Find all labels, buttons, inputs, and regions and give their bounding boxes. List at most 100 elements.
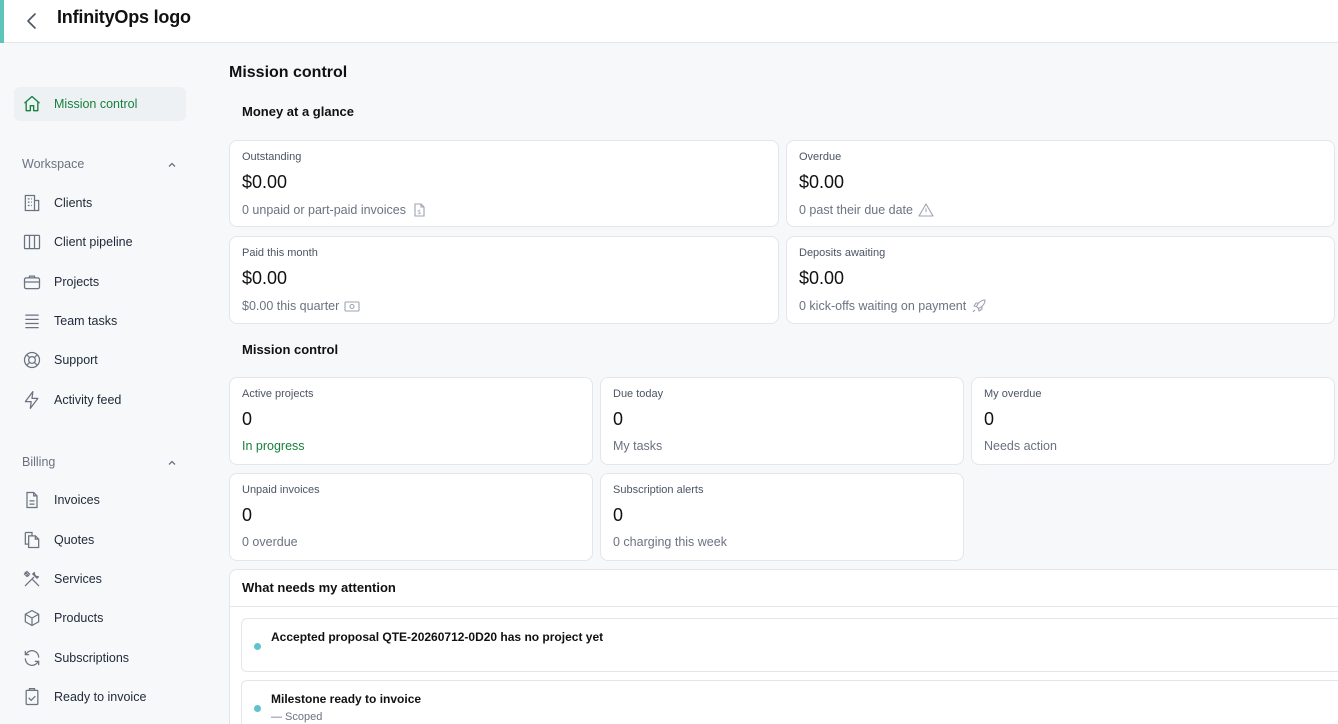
card-label: Deposits awaiting xyxy=(799,247,886,259)
card-subtext: 0 kick-offs waiting on payment xyxy=(799,298,987,314)
sidebar-item-label: Activity feed xyxy=(54,393,122,407)
card-label: Subscription alerts xyxy=(613,484,704,496)
building-icon xyxy=(22,193,42,213)
sidebar-item-label: Client pipeline xyxy=(54,235,133,249)
sidebar-item-label: Ready to invoice xyxy=(54,690,147,704)
rocket-icon xyxy=(971,298,987,314)
home-icon xyxy=(22,94,42,114)
card-unpaid-invoices[interactable]: Unpaid invoices 0 0 overdue xyxy=(229,473,593,561)
copy-icon xyxy=(22,530,42,550)
top-bar: InfinityOps logo xyxy=(0,0,1338,43)
card-paid-this-month[interactable]: Paid this month $0.00 $0.00 this quarter xyxy=(229,236,779,324)
box-icon xyxy=(22,608,42,628)
card-label: Paid this month xyxy=(242,247,318,259)
card-due-today[interactable]: Due today 0 My tasks xyxy=(600,377,964,465)
card-subtext: 0 unpaid or part-paid invoices $ xyxy=(242,202,427,218)
accent-strip xyxy=(0,0,4,43)
card-value: 0 xyxy=(984,409,995,429)
warning-icon xyxy=(918,202,934,218)
card-outstanding[interactable]: Outstanding $0.00 0 unpaid or part-paid … xyxy=(229,140,779,227)
mission-section-title: Mission control xyxy=(242,342,339,357)
attention-item[interactable]: Accepted proposal QTE-20260712-0D20 has … xyxy=(241,618,1338,672)
sidebar-item-activity-feed[interactable]: Activity feed xyxy=(14,383,186,417)
attention-item-title: Accepted proposal QTE-20260712-0D20 has … xyxy=(271,630,604,644)
sidebar-item-label: Products xyxy=(54,611,104,625)
attention-item[interactable]: Milestone ready to invoice — Scoped xyxy=(241,680,1338,724)
back-chevron-icon[interactable] xyxy=(20,9,44,33)
sidebar-item-support[interactable]: Support xyxy=(14,343,186,377)
list-icon xyxy=(22,311,42,331)
section-billing-toggle[interactable]: Billing xyxy=(22,452,178,472)
card-label: Due today xyxy=(613,388,664,400)
tools-icon xyxy=(22,569,42,589)
sidebar-item-ready-to-invoice[interactable]: Ready to invoice xyxy=(14,680,186,714)
status-dot xyxy=(254,705,261,712)
sidebar-item-label: Subscriptions xyxy=(54,651,130,665)
sidebar-item-subscriptions[interactable]: Subscriptions xyxy=(14,641,186,675)
card-deposits-awaiting[interactable]: Deposits awaiting $0.00 0 kick-offs wait… xyxy=(786,236,1335,324)
sidebar-item-label: Invoices xyxy=(54,493,100,507)
sidebar-item-label: Projects xyxy=(54,275,100,289)
card-value: 0 xyxy=(242,409,253,429)
attention-item-title: Milestone ready to invoice xyxy=(271,692,422,706)
chevron-up-icon xyxy=(166,158,178,170)
card-subtext: My tasks xyxy=(613,439,663,453)
card-subtext: $0.00 this quarter xyxy=(242,298,360,314)
svg-text:$: $ xyxy=(417,209,421,216)
refresh-icon xyxy=(22,648,42,668)
cash-icon xyxy=(344,298,360,314)
card-value: $0.00 xyxy=(242,268,288,288)
card-subtext: 0 overdue xyxy=(242,535,298,549)
card-label: Active projects xyxy=(242,388,314,400)
sidebar-item-label: Services xyxy=(54,572,102,586)
app-logo[interactable]: InfinityOps logo xyxy=(57,7,191,28)
sidebar-item-services[interactable]: Services xyxy=(14,562,186,596)
card-label: Overdue xyxy=(799,151,842,163)
card-value: $0.00 xyxy=(242,172,288,192)
card-value: 0 xyxy=(242,505,253,525)
sidebar-item-label: Support xyxy=(54,353,98,367)
sidebar: Mission control Workspace Clients Client… xyxy=(0,44,200,724)
card-label: Outstanding xyxy=(242,151,302,163)
columns-icon xyxy=(22,232,42,252)
sidebar-item-label: Team tasks xyxy=(54,314,118,328)
card-overdue[interactable]: Overdue $0.00 0 past their due date xyxy=(786,140,1335,227)
chevron-up-icon xyxy=(166,456,178,468)
sidebar-item-projects[interactable]: Projects xyxy=(14,265,186,299)
attention-title: What needs my attention xyxy=(242,580,396,595)
attention-item-subtext: — Scoped xyxy=(271,711,323,723)
lifebuoy-icon xyxy=(22,350,42,370)
sidebar-item-label: Quotes xyxy=(54,533,95,547)
card-subtext-label: 0 kick-offs waiting on payment xyxy=(799,299,967,313)
section-title: Billing xyxy=(22,455,56,469)
card-subtext: Needs action xyxy=(984,439,1057,453)
card-subtext-label: 0 past their due date xyxy=(799,203,913,217)
card-value: $0.00 xyxy=(799,172,845,192)
briefcase-icon xyxy=(22,272,42,292)
sidebar-item-client-pipeline[interactable]: Client pipeline xyxy=(14,225,186,259)
document-icon xyxy=(22,490,42,510)
section-workspace-toggle[interactable]: Workspace xyxy=(22,154,178,174)
card-subtext-label: 0 unpaid or part-paid invoices xyxy=(242,203,406,217)
divider xyxy=(230,606,1338,607)
card-subscription-alerts[interactable]: Subscription alerts 0 0 charging this we… xyxy=(600,473,964,561)
money-section-title: Money at a glance xyxy=(242,104,354,119)
card-subtext-label: $0.00 this quarter xyxy=(242,299,340,313)
card-my-overdue[interactable]: My overdue 0 Needs action xyxy=(971,377,1335,465)
sidebar-item-quotes[interactable]: Quotes xyxy=(14,523,186,557)
card-subtext: 0 past their due date xyxy=(799,202,934,218)
sidebar-item-products[interactable]: Products xyxy=(14,601,186,635)
sidebar-item-team-tasks[interactable]: Team tasks xyxy=(14,304,186,338)
attention-panel: What needs my attention Accepted proposa… xyxy=(229,569,1338,724)
sidebar-item-mission-control[interactable]: Mission control xyxy=(14,87,186,121)
sidebar-item-label: Clients xyxy=(54,196,93,210)
sidebar-item-clients[interactable]: Clients xyxy=(14,186,186,220)
sidebar-item-label: Mission control xyxy=(54,97,138,111)
sidebar-item-invoices[interactable]: Invoices xyxy=(14,483,186,517)
invoice-dollar-icon: $ xyxy=(411,202,427,218)
card-active-projects[interactable]: Active projects 0 In progress xyxy=(229,377,593,465)
card-label: Unpaid invoices xyxy=(242,484,320,496)
status-dot xyxy=(254,643,261,650)
card-subtext: 0 charging this week xyxy=(613,535,727,549)
card-value: $0.00 xyxy=(799,268,845,288)
